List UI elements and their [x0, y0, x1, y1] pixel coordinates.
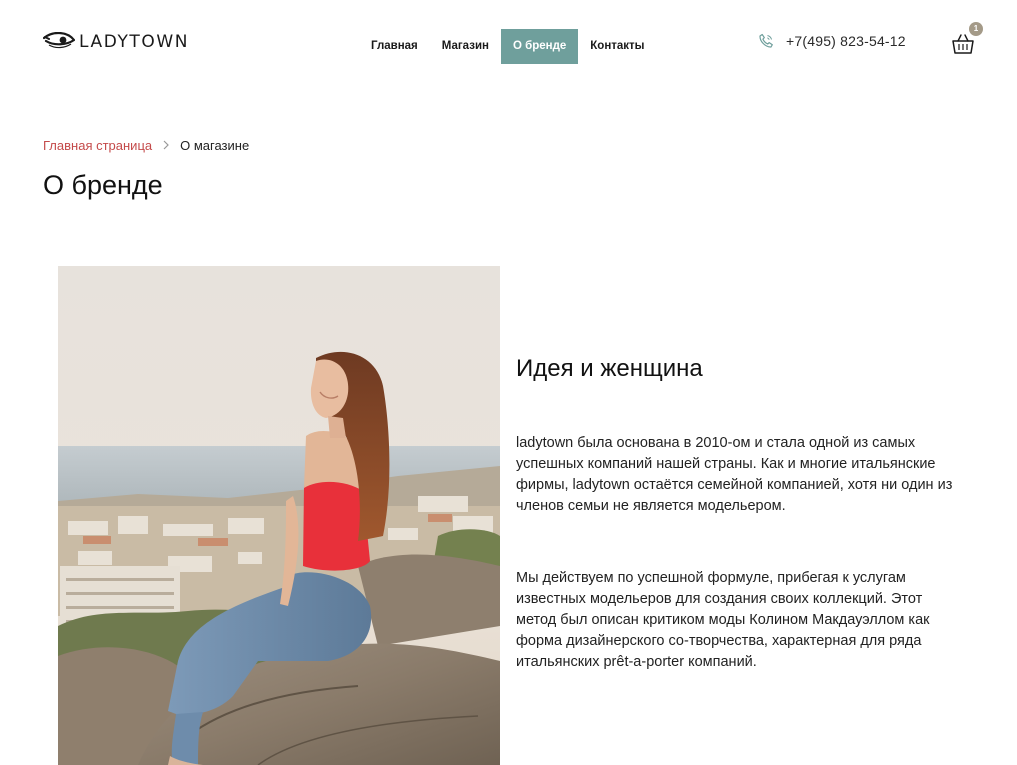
section-title: Идея и женщина: [516, 355, 703, 382]
logo-text: LADYTOWN: [79, 32, 190, 52]
cart-button[interactable]: 1: [950, 22, 983, 56]
eye-icon: [43, 32, 75, 49]
page-title: О бренде: [43, 170, 163, 200]
chevron-right-icon: [163, 140, 169, 150]
cart-count-badge: 1: [969, 22, 983, 36]
breadcrumb: Главная страница О магазине: [43, 136, 249, 154]
phone-link[interactable]: +7(495) 823-54-12: [758, 30, 906, 52]
nav-item-home[interactable]: Главная: [359, 29, 430, 64]
nav-item-shop[interactable]: Магазин: [430, 29, 501, 64]
main-nav: Главная Магазин О бренде Контакты: [359, 29, 657, 64]
breadcrumb-home-link[interactable]: Главная страница: [43, 138, 152, 153]
breadcrumb-current: О магазине: [180, 137, 250, 153]
logo[interactable]: LADYTOWN: [43, 30, 189, 54]
woman-on-rock-photo: [58, 266, 500, 765]
site-header: LADYTOWN Главная Магазин О бренде Контак…: [0, 0, 1017, 90]
nav-item-about-brand[interactable]: О бренде: [500, 29, 579, 64]
nav-item-contacts[interactable]: Контакты: [578, 29, 656, 64]
basket-icon: [952, 34, 974, 54]
brand-photo: [58, 266, 500, 765]
phone-icon: [759, 33, 773, 48]
phone-number: +7(495) 823-54-12: [786, 33, 906, 49]
about-paragraph-1: ladytown была основана в 2010-ом и стала…: [516, 435, 953, 514]
about-paragraph-2: Мы действуем по успешной формуле, прибег…: [516, 570, 930, 670]
